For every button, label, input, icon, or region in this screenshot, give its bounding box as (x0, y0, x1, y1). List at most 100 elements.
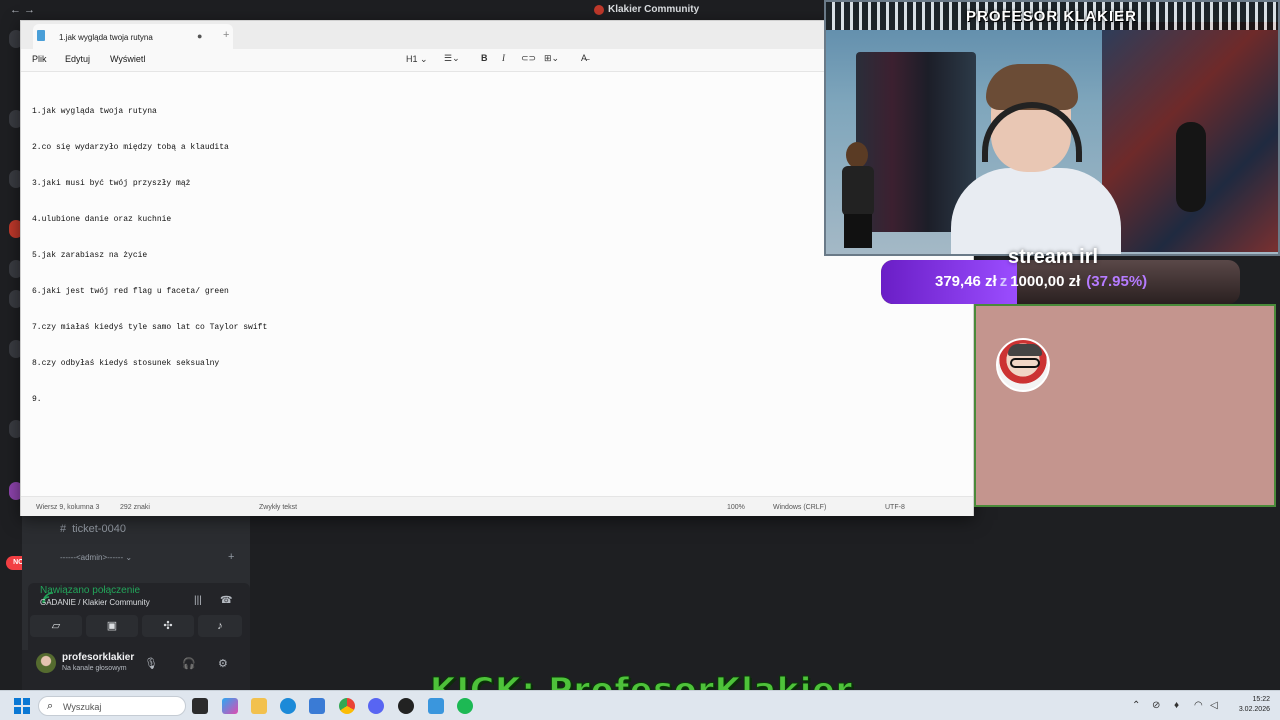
goal-separator: z (999, 273, 1008, 290)
text-line: 3.jaki musi być twój przyszły mąż (32, 179, 191, 188)
editor-lines: 1.jak wygląda twoja rutyna 2.co się wyda… (32, 82, 267, 430)
username[interactable]: profesorklakier (62, 652, 134, 663)
overlay-panel (974, 304, 1276, 507)
wifi-icon[interactable]: ◠ (1194, 700, 1203, 711)
menu-edit[interactable]: Edytuj (65, 54, 90, 64)
spotify-icon[interactable] (457, 698, 473, 714)
microphone-stand (1176, 122, 1206, 212)
zoom-level[interactable]: 100% (727, 504, 745, 511)
noise-suppression-icon[interactable]: ||| (194, 595, 206, 607)
goal-target: 1000,00 zł (1010, 273, 1081, 290)
text-line: 4.ulubione danie oraz kuchnie (32, 215, 172, 224)
table-icon[interactable]: ⊞⌄ (544, 53, 559, 64)
webcam-overlay: PROFESOR KLAKIER (824, 0, 1280, 256)
user-status: Na kanale głosowym (62, 665, 127, 672)
text-line: 1.jak wygląda twoja rutyna (32, 107, 157, 116)
discord-window-title: Klakier Community (594, 4, 699, 15)
character-head (846, 142, 868, 168)
chevron-up-icon[interactable]: ⌃ (1132, 700, 1140, 711)
heading-dropdown[interactable]: H1 ⌄ (406, 54, 428, 65)
goal-title: stream irl (1008, 246, 1099, 268)
clock-date: 3.02.2026 (1238, 706, 1270, 713)
cursor-position: Wiersz 9, kolumna 3 (36, 504, 100, 511)
avatar[interactable] (36, 653, 56, 673)
camera-off-button[interactable]: ▱ (30, 615, 82, 637)
windows-start-icon[interactable] (14, 698, 30, 714)
discord-icon[interactable] (368, 698, 384, 714)
chevron-down-icon: ⌄ (125, 553, 133, 562)
activities-button[interactable]: ✣ (142, 615, 194, 637)
character-legs (844, 214, 872, 248)
goal-percent: (37.95%) (1086, 273, 1148, 290)
microphone-icon[interactable]: 🎙 (144, 657, 158, 670)
notepad-icon (37, 30, 45, 41)
list-icon[interactable]: ☰⌄ (444, 53, 460, 64)
store-icon[interactable] (309, 698, 325, 714)
headphones-icon[interactable]: 🎧 (182, 657, 196, 670)
encoding[interactable]: UTF-8 (885, 504, 905, 511)
avatar-hair (1008, 344, 1042, 356)
bold-icon[interactable]: B (481, 53, 488, 63)
category-name: ------<admin>------ (60, 553, 124, 562)
channel-list: # ticket-0040 ------<admin>------ ⌄ + Naw… (22, 515, 250, 690)
server-rail (0, 20, 23, 690)
disconnect-icon[interactable]: ☎ (220, 595, 232, 606)
gear-icon[interactable]: ⚙ (218, 657, 228, 670)
taskbar-clock[interactable]: 15:22 3.02.2026 (1226, 695, 1270, 715)
streamer-figure (946, 64, 1126, 254)
network-off-icon[interactable]: ⊘ (1152, 700, 1160, 711)
hash-icon: # (60, 523, 67, 535)
file-explorer-icon[interactable] (251, 698, 267, 714)
voice-status[interactable]: Nawiązano połączenie (40, 585, 140, 596)
streamer-body (951, 168, 1121, 254)
text-line: 6.jaki jest twój red flag u faceta/ gree… (32, 287, 229, 296)
add-channel-icon[interactable]: + (228, 551, 234, 563)
screen-share-button[interactable]: ▣ (86, 615, 138, 637)
taskbar: ⌕ Wyszukaj ⌃ ⊘ ♦ ◠ ◁ 15:22 3.02.2026 (0, 690, 1280, 720)
soundboard-button[interactable]: ♪ (198, 615, 242, 637)
search-placeholder: Wyszukaj (63, 702, 102, 712)
mic-tray-icon[interactable]: ♦ (1174, 700, 1179, 711)
char-count: 292 znaki (120, 504, 150, 511)
notepad-app-icon[interactable] (428, 698, 444, 714)
line-ending[interactable]: Windows (CRLF) (773, 504, 826, 511)
menu-file[interactable]: Plik (32, 54, 47, 64)
heading-label: H1 (406, 54, 418, 64)
user-bar (22, 650, 250, 690)
goal-current: 379,46 zł (935, 273, 997, 290)
back-arrow-icon[interactable]: ← → (10, 4, 35, 16)
channel-name: ticket-0040 (72, 523, 126, 535)
discord-title-text: Klakier Community (608, 4, 700, 15)
screen: ← → Klakier Community 14 NOWE #ticket-00… (0, 0, 1280, 720)
streamer-name: PROFESOR KLAKIER (966, 8, 1138, 25)
text-line: 8.czy odbyłaś kiedyś stosunek seksualny (32, 359, 220, 368)
task-view-icon[interactable] (192, 698, 208, 714)
avatar (996, 338, 1050, 392)
menu-view[interactable]: Wyświetl (110, 54, 145, 64)
new-tab-button[interactable]: + (223, 29, 229, 41)
italic-icon[interactable]: I (502, 53, 505, 63)
server-logo-icon (594, 4, 604, 15)
edge-icon[interactable] (280, 698, 296, 714)
close-dot-icon[interactable]: ● (197, 31, 202, 41)
text-line: 7.czy miałaś kiedyś tyle samo lat co Tay… (32, 323, 268, 332)
text-line: 2.co się wydarzyło między tobą a klaudit… (32, 143, 229, 152)
status-bar: Wiersz 9, kolumna 3 292 znaki Zwykły tek… (21, 496, 973, 516)
link-icon[interactable]: ⊂⊃ (521, 53, 536, 64)
copilot-icon[interactable] (222, 698, 238, 714)
channel-ticket[interactable]: # ticket-0040 (60, 523, 126, 535)
clear-format-icon[interactable]: A̶ (581, 53, 587, 63)
taskbar-search[interactable]: ⌕ Wyszukaj (38, 696, 186, 716)
text-format[interactable]: Zwykły tekst (259, 504, 297, 511)
obs-icon[interactable] (398, 698, 414, 714)
text-line: 9. (32, 395, 42, 404)
volume-icon[interactable]: ◁ (1210, 700, 1218, 711)
document-tab[interactable]: 1.jak wygląda twoja rutyna ● (33, 24, 233, 49)
category-admin[interactable]: ------<admin>------ ⌄ + (60, 551, 234, 563)
chrome-icon[interactable] (339, 698, 355, 714)
character-body (842, 166, 874, 216)
clock-time: 15:22 (1252, 696, 1270, 703)
voice-channel: GADANIE / Klakier Community (40, 598, 150, 607)
text-line: 5.jak zarabiasz na życie (32, 251, 148, 260)
search-icon: ⌕ (47, 700, 54, 712)
